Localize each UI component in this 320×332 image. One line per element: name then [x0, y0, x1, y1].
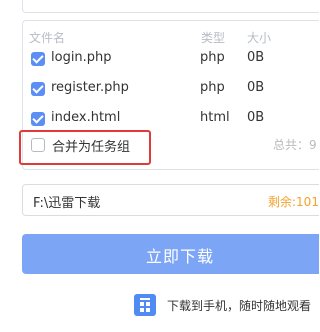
download-now-label: 立即下载 — [145, 247, 214, 266]
file-size: 0B — [247, 80, 265, 95]
save-path-field[interactable]: F:\迅雷下载 剩余:101. — [22, 184, 319, 216]
annotation-highlight-box — [19, 130, 151, 165]
remaining-space: 剩余:101. — [268, 195, 319, 209]
file-type: html — [200, 110, 230, 125]
file-name: index.html — [51, 110, 121, 125]
file-name: register.php — [51, 80, 129, 95]
file-checkbox[interactable] — [31, 112, 45, 126]
file-size: 0B — [247, 110, 265, 125]
file-type: php — [200, 50, 225, 65]
file-row[interactable]: index.html html 0B — [23, 106, 319, 132]
download-now-button[interactable]: 立即下载 — [22, 234, 319, 274]
column-header-name: 文件名 — [29, 31, 66, 45]
file-row[interactable]: login.php php 0B — [23, 46, 319, 72]
column-header-type: 类型 — [201, 31, 226, 45]
file-checkbox[interactable] — [31, 82, 45, 96]
download-to-phone-text[interactable]: 下载到手机，随时随地观看 — [167, 297, 311, 314]
file-size: 0B — [247, 50, 265, 65]
file-checkbox[interactable] — [31, 52, 45, 66]
qr-phone-icon[interactable] — [134, 294, 156, 316]
save-path-value[interactable]: F:\迅雷下载 — [33, 192, 100, 211]
file-name: login.php — [51, 50, 112, 65]
total-count: 总共：9 — [273, 138, 317, 152]
download-dialog: 文件名 类型 大小 login.php php 0B register.php … — [0, 0, 319, 332]
column-header-size: 大小 — [247, 31, 272, 45]
previous-field-edge — [22, 0, 319, 13]
file-type: php — [200, 80, 225, 95]
file-row[interactable]: register.php php 0B — [23, 76, 319, 102]
